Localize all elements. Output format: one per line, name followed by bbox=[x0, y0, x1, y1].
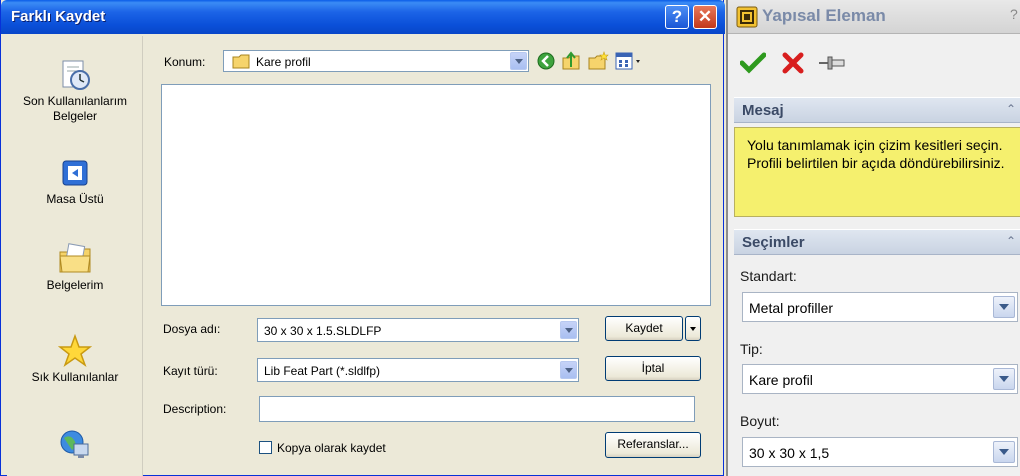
save-copy-checkbox[interactable] bbox=[259, 441, 272, 454]
up-folder-icon[interactable] bbox=[561, 51, 581, 71]
location-value: Kare profil bbox=[256, 55, 311, 69]
type-label: Tip: bbox=[740, 341, 763, 357]
place-label: Masa Üstü bbox=[46, 192, 104, 206]
dialog-title: Farklı Kaydet bbox=[11, 8, 106, 25]
places-bar: Son Kullanılanlarım Belgeler Masa Üstü B… bbox=[7, 36, 143, 476]
filetype-label: Kayıt türü: bbox=[163, 364, 218, 378]
description-input[interactable] bbox=[259, 396, 695, 422]
place-favorites[interactable]: Sık Kullanılanlar bbox=[7, 334, 143, 385]
type-dropdown[interactable]: Kare profil bbox=[742, 364, 1018, 394]
collapse-chevron-icon[interactable]: ⌃ bbox=[1006, 102, 1016, 116]
place-recent-documents[interactable]: Son Kullanılanlarım Belgeler bbox=[7, 58, 143, 124]
file-list-view[interactable] bbox=[161, 84, 711, 306]
collapse-chevron-icon[interactable]: ⌃ bbox=[1006, 234, 1016, 248]
place-label: Son Kullanılanlarım Belgeler bbox=[22, 94, 128, 123]
selections-section-title: Seçimler bbox=[742, 234, 805, 251]
chevron-down-icon[interactable] bbox=[993, 296, 1015, 318]
selections-section-header[interactable]: Seçimler ⌃ bbox=[734, 229, 1020, 255]
structural-member-panel: Yapısal Eleman ? Mesaj ⌃ Yolu tanımlamak… bbox=[726, 0, 1020, 476]
size-value: 30 x 30 x 1,5 bbox=[749, 445, 830, 461]
standard-value: Metal profiller bbox=[749, 300, 834, 316]
place-my-documents[interactable]: Belgelerim bbox=[7, 242, 143, 293]
network-places-icon bbox=[60, 430, 89, 458]
message-text: Yolu tanımlamak için çizim kesitleri seç… bbox=[734, 127, 1020, 217]
chevron-down-icon[interactable] bbox=[510, 52, 527, 70]
chevron-down-icon[interactable] bbox=[560, 321, 577, 339]
place-label: Sık Kullanılanlar bbox=[31, 370, 119, 384]
desktop-icon bbox=[62, 160, 88, 186]
folder-icon bbox=[232, 54, 250, 69]
close-button[interactable]: ✕ bbox=[693, 5, 717, 29]
filename-label: Dosya adı: bbox=[163, 322, 221, 336]
place-desktop[interactable]: Masa Üstü bbox=[7, 158, 143, 207]
chevron-down-icon bbox=[690, 326, 696, 331]
filetype-value: Lib Feat Part (*.sldlfp) bbox=[264, 364, 381, 378]
cancel-x-icon[interactable] bbox=[782, 52, 804, 74]
chevron-down-icon[interactable] bbox=[560, 361, 577, 379]
message-section-title: Mesaj bbox=[742, 102, 784, 119]
save-options-button[interactable] bbox=[685, 316, 701, 341]
location-dropdown[interactable]: Kare profil bbox=[223, 50, 529, 72]
location-label: Konum: bbox=[164, 55, 206, 69]
filetype-dropdown[interactable]: Lib Feat Part (*.sldlfp) bbox=[257, 358, 579, 382]
size-label: Boyut: bbox=[740, 413, 780, 429]
save-button[interactable]: Kaydet bbox=[605, 316, 683, 341]
type-value: Kare profil bbox=[749, 372, 813, 388]
back-icon[interactable] bbox=[537, 52, 555, 70]
description-label: Description: bbox=[163, 402, 227, 416]
message-section-header[interactable]: Mesaj ⌃ bbox=[734, 97, 1020, 123]
size-dropdown[interactable]: 30 x 30 x 1,5 bbox=[742, 437, 1018, 467]
panel-help-icon[interactable]: ? bbox=[1010, 6, 1018, 22]
recent-documents-icon bbox=[62, 60, 90, 90]
standard-label: Standart: bbox=[740, 268, 797, 284]
help-button[interactable]: ? bbox=[665, 5, 689, 29]
chevron-down-icon[interactable] bbox=[993, 441, 1015, 463]
references-button[interactable]: Referanslar... bbox=[605, 432, 701, 458]
my-documents-icon bbox=[59, 243, 91, 273]
structural-member-icon bbox=[736, 6, 758, 28]
save-as-dialog: Farklı Kaydet ? ✕ Son Kullanılanlarım Be… bbox=[0, 0, 725, 476]
new-folder-icon[interactable] bbox=[587, 51, 609, 71]
ok-check-icon[interactable] bbox=[740, 52, 766, 74]
standard-dropdown[interactable]: Metal profiller bbox=[742, 292, 1018, 322]
cancel-button[interactable]: İptal bbox=[605, 356, 701, 381]
favorites-icon bbox=[58, 334, 92, 367]
place-network[interactable] bbox=[7, 428, 143, 464]
chevron-down-icon[interactable] bbox=[993, 368, 1015, 390]
filename-value: 30 x 30 x 1.5.SLDLFP bbox=[264, 324, 382, 338]
pin-icon[interactable] bbox=[818, 54, 846, 72]
save-copy-label[interactable]: Kopya olarak kaydet bbox=[277, 441, 386, 455]
panel-header: Yapısal Eleman ? bbox=[728, 0, 1020, 34]
dialog-titlebar[interactable]: Farklı Kaydet ? ✕ bbox=[1, 0, 725, 34]
filename-input[interactable]: 30 x 30 x 1.5.SLDLFP bbox=[257, 318, 579, 342]
views-menu-icon[interactable] bbox=[615, 52, 643, 70]
panel-title: Yapısal Eleman bbox=[762, 6, 886, 25]
place-label: Belgelerim bbox=[46, 278, 104, 292]
